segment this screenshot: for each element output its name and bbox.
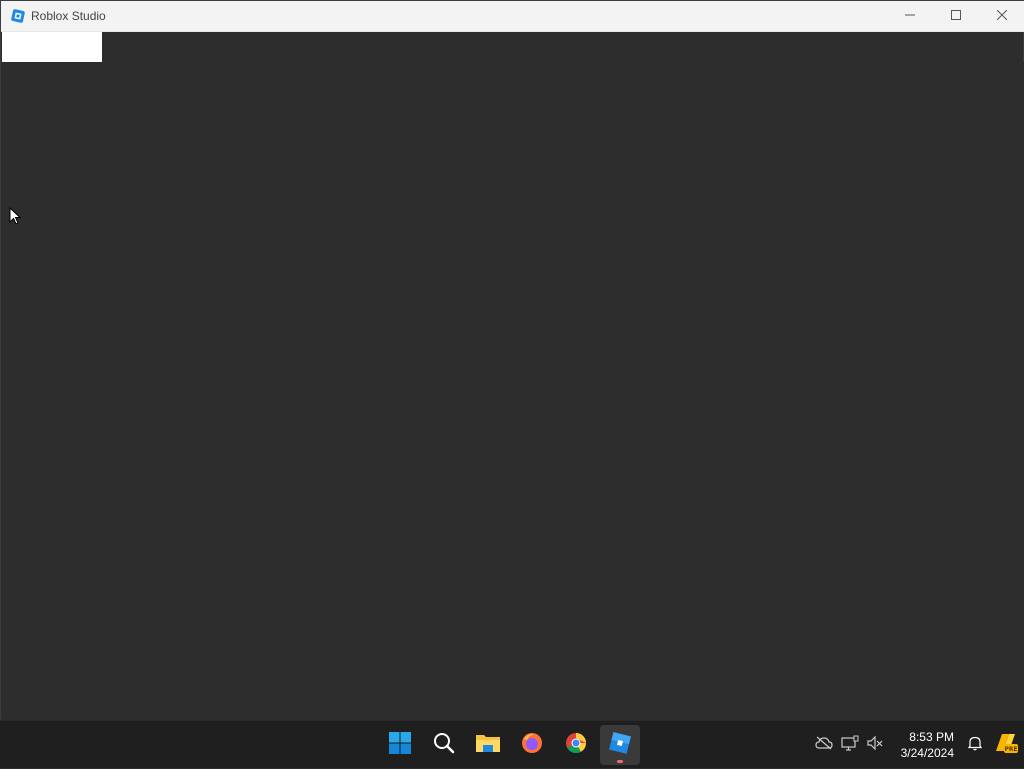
file-explorer-button[interactable] (468, 725, 508, 765)
maximize-button[interactable] (933, 1, 979, 32)
taskbar: 8:53 PM 3/24/2024 PRE (0, 720, 1024, 768)
loading-panel (2, 32, 102, 62)
clock[interactable]: 8:53 PM 3/24/2024 (889, 729, 962, 761)
title-bar[interactable]: Roblox Studio (1, 1, 1024, 32)
windows-start-icon (388, 731, 412, 760)
copilot-button[interactable]: PRE (988, 729, 1024, 761)
close-button[interactable] (979, 1, 1024, 32)
bell-icon (967, 735, 983, 756)
active-indicator (617, 760, 623, 763)
roblox-studio-icon (608, 731, 632, 760)
search-button[interactable] (424, 725, 464, 765)
close-icon (996, 7, 1008, 25)
cloud-offline-icon (815, 736, 833, 755)
pre-badge-text: PRE (1004, 746, 1017, 753)
notifications-button[interactable] (962, 729, 988, 761)
volume-muted-icon (867, 735, 885, 755)
window-title: Roblox Studio (31, 9, 106, 23)
start-button[interactable] (380, 725, 420, 765)
roblox-studio-taskbar-button[interactable] (600, 725, 640, 765)
chrome-icon (564, 731, 588, 760)
search-icon (432, 731, 456, 760)
firefox-button[interactable] (512, 725, 552, 765)
clock-date: 3/24/2024 (900, 746, 954, 760)
network-button[interactable] (837, 729, 863, 761)
firefox-icon (520, 731, 544, 760)
taskbar-apps (380, 721, 640, 769)
mouse-cursor-icon (9, 206, 23, 227)
clock-time: 8:53 PM (909, 730, 954, 744)
chrome-button[interactable] (556, 725, 596, 765)
network-icon (841, 735, 859, 756)
main-canvas (2, 62, 1024, 720)
cloud-offline-button[interactable] (811, 729, 837, 761)
system-tray: 8:53 PM 3/24/2024 PRE (811, 721, 1024, 769)
roblox-studio-icon (11, 9, 25, 23)
roblox-studio-window: Roblox Studio (0, 0, 1024, 720)
folder-icon (475, 731, 501, 760)
maximize-icon (951, 7, 961, 25)
copilot-pre-icon: PRE (993, 731, 1019, 760)
minimize-button[interactable] (887, 1, 933, 32)
volume-button[interactable] (863, 729, 889, 761)
minimize-icon (905, 7, 915, 25)
